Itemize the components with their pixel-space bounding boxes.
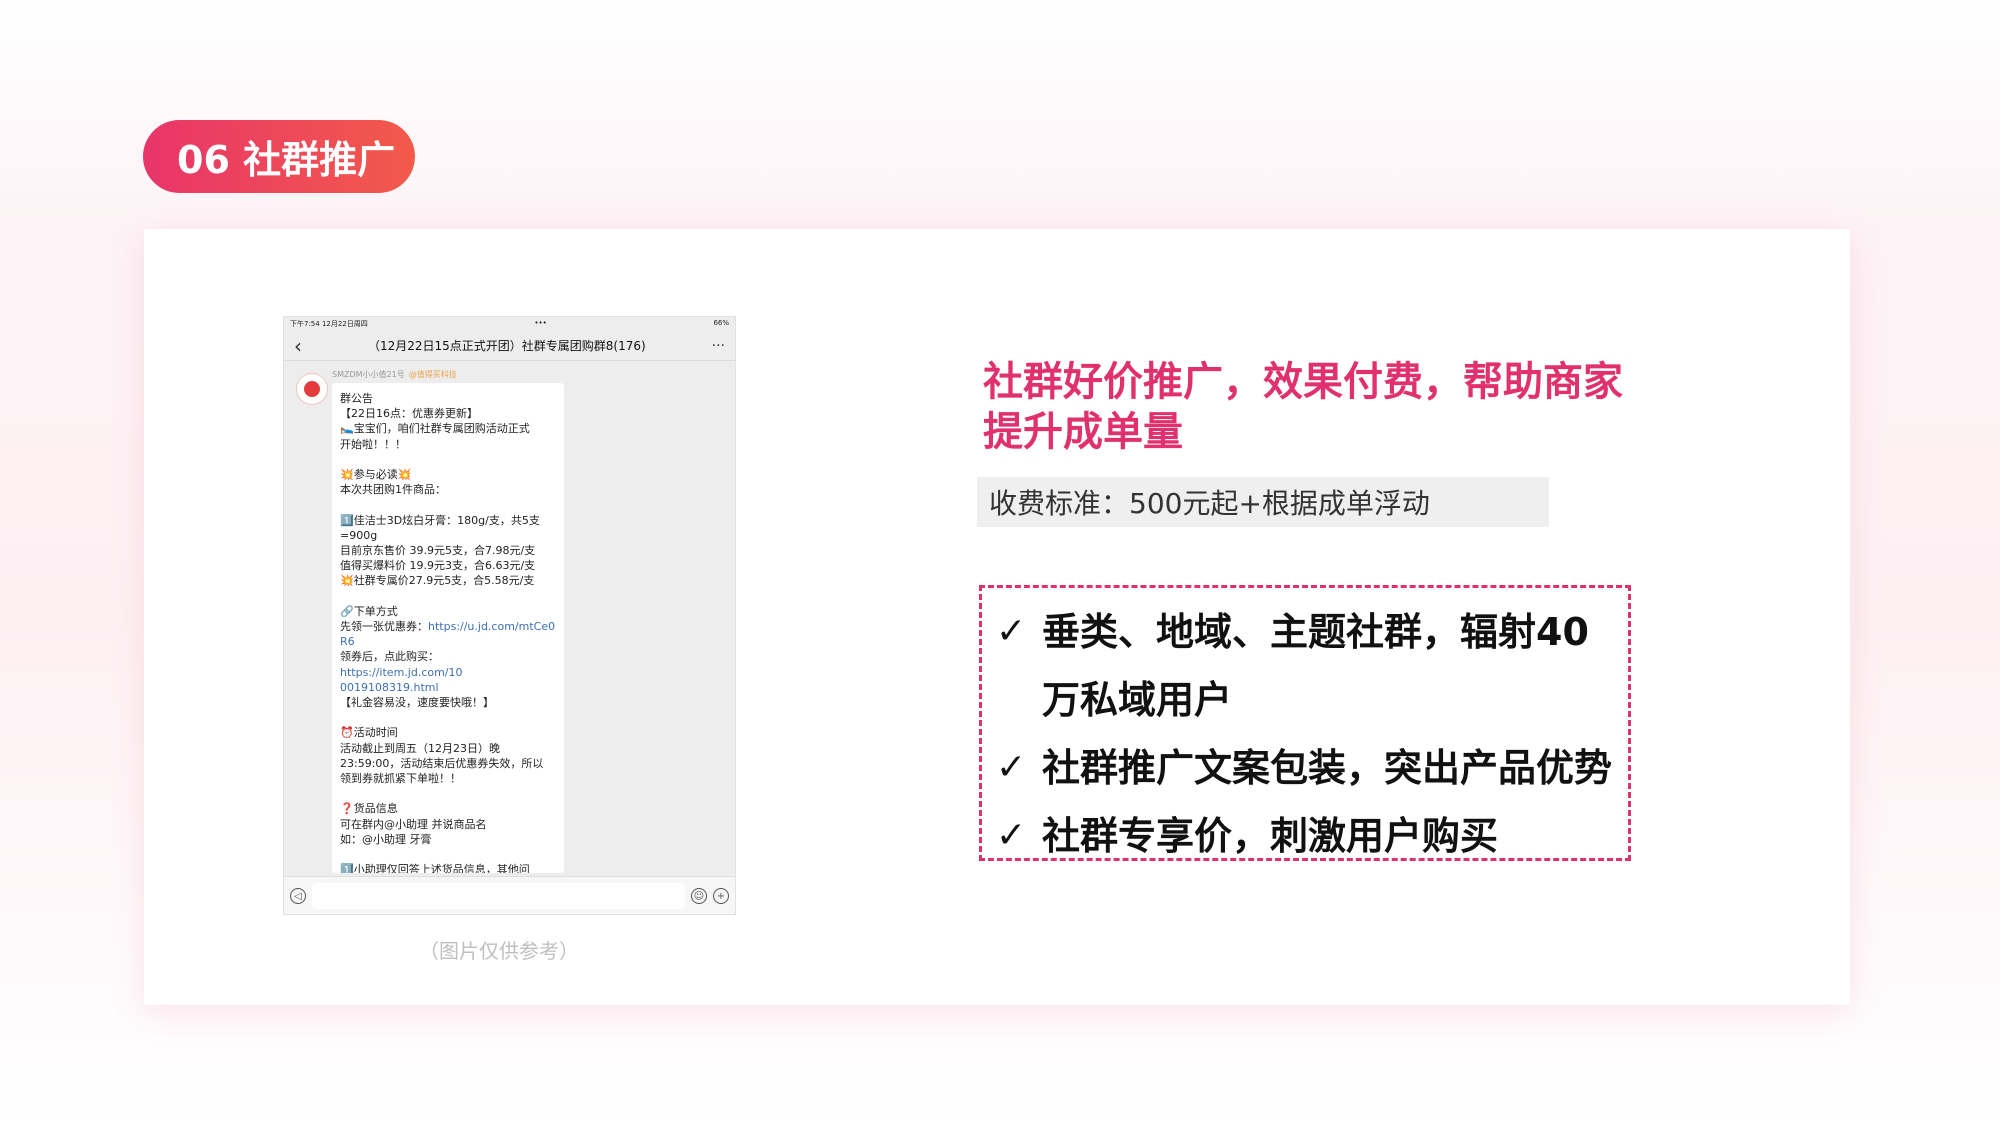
chat-area: SMZDM小小值21号 @值得买科技 群公告【22日16点：优惠券更新】 🛌宝宝们，… <box>284 361 735 873</box>
chat-input-bar: ◁ ☺ + <box>284 876 735 914</box>
message-line: 🛌宝宝们，咱们社群专属团购活动正式 <box>340 422 530 436</box>
message-line: 本次共团购1件商品： <box>340 483 446 497</box>
status-bar: 下午7:54 12月22日周四 ••• 66% <box>284 317 735 331</box>
chat-navbar: ‹ （12月22日15点正式开团）社群专属团购群8(176) ··· <box>284 331 735 361</box>
chat-title: （12月22日15点正式开团）社群专属团购群8(176) <box>367 339 646 353</box>
message-line: 0019108319.html <box>340 680 439 694</box>
message-line <box>340 847 556 862</box>
message-line: 活动截止到周五（12月23日）晚 <box>340 741 500 755</box>
chat-screenshot: 下午7:54 12月22日周四 ••• 66% ‹ （12月22日15点正式开团… <box>283 316 736 915</box>
headline: 社群好价推广，效果付费，帮助商家提升成单量 <box>983 359 1623 455</box>
fee-standard: 收费标准：500元起+根据成单浮动 <box>977 477 1549 527</box>
message-line: 值得买爆料价 19.9元3支，合6.63元/支 <box>340 559 536 573</box>
status-dots: ••• <box>534 319 547 327</box>
voice-icon[interactable]: ◁ <box>290 887 306 904</box>
message-line <box>340 452 556 467</box>
message-line: 1️⃣小助理仅回答上述货品信息，其他问 <box>340 863 530 873</box>
message-line: 先领一张优惠券：https://u.jd.com/mtCe0 <box>340 620 556 633</box>
message-line: 23:59:00，活动结束后优惠券失效，所以 <box>340 756 544 770</box>
status-time: 下午7:54 12月22日周四 <box>290 320 368 328</box>
message-line: 💥社群专属价27.9元5支，合5.58元/支 <box>340 574 535 588</box>
message-bubble: 群公告【22日16点：优惠券更新】 🛌宝宝们，咱们社群专属团购活动正式 开始啦！！！… <box>332 383 564 873</box>
sender-line: SMZDM小小值21号 @值得买科技 <box>332 369 457 380</box>
message-line: 目前京东售价 39.9元5支，合7.98元/支 <box>340 544 536 557</box>
message-line: 如：@小助理 牙膏 <box>340 832 432 846</box>
section-title: 06 社群推广 <box>143 120 415 193</box>
emoji-icon[interactable]: ☺ <box>691 887 707 904</box>
message-line: 可在群内@小助理 并说商品名 <box>340 817 487 831</box>
feature-text: 社群推广文案包装，突出产品优势 <box>1042 746 1613 790</box>
plus-icon[interactable]: + <box>713 887 729 904</box>
message-line: 【22日16点：优惠券更新】 <box>340 407 478 421</box>
message-line <box>340 497 556 512</box>
content-card: 下午7:54 12月22日周四 ••• 66% ‹ （12月22日15点正式开团… <box>144 229 1850 1005</box>
message-line: 1️⃣佳洁士3D炫白牙膏：180g/支，共5支 <box>340 513 540 527</box>
avatar <box>296 373 328 405</box>
image-caption: （图片仅供参考） <box>419 939 579 963</box>
sender-name: SMZDM小小值21号 <box>332 370 405 379</box>
message-line: 领到券就抓紧下单啦！！ <box>340 772 461 786</box>
message-line <box>340 589 556 604</box>
feature-text: 社群专享价，刺激用户购买 <box>1042 814 1499 858</box>
more-icon[interactable]: ··· <box>712 338 725 354</box>
sender-tag: @值得买科技 <box>408 370 457 379</box>
message-line: 群公告 <box>340 392 373 405</box>
feature-text: 垂类、地域、主题社群，辐射40万私域用户 <box>1042 610 1589 722</box>
message-line: ❓货品信息 <box>340 802 398 816</box>
feature-item: ✓ 社群专享价，刺激用户购买 <box>996 802 1628 870</box>
message-input[interactable] <box>312 882 685 909</box>
check-icon: ✓ <box>996 747 1027 788</box>
battery-status: 66% <box>713 319 729 327</box>
check-icon: ✓ <box>996 611 1027 652</box>
feature-item: ✓ 社群推广文案包装，突出产品优势 <box>996 734 1628 802</box>
message-line: 领券后，点此购买：https://item.jd.com/10 <box>340 650 463 679</box>
check-icon: ✓ <box>996 815 1027 856</box>
feature-list: ✓ 垂类、地域、主题社群，辐射40万私域用户 ✓ 社群推广文案包装，突出产品优势 ✓ 社群… <box>979 585 1631 861</box>
message-line: R6 <box>340 635 355 649</box>
message-line: 【礼金容易没，速度要快哦！】 <box>340 696 494 710</box>
message-line: 💥参与必读💥 <box>340 468 412 481</box>
feature-item: ✓ 垂类、地域、主题社群，辐射40万私域用户 <box>996 598 1628 734</box>
message-line <box>340 710 556 725</box>
message-line: 🔗下单方式 <box>340 604 398 618</box>
chevron-left-icon[interactable]: ‹ <box>294 334 302 358</box>
message-line: 开始啦！！！ <box>340 437 406 451</box>
message-line <box>340 786 556 801</box>
message-line: ⏰活动时间 <box>340 726 398 740</box>
message-line: =900g <box>340 528 378 542</box>
